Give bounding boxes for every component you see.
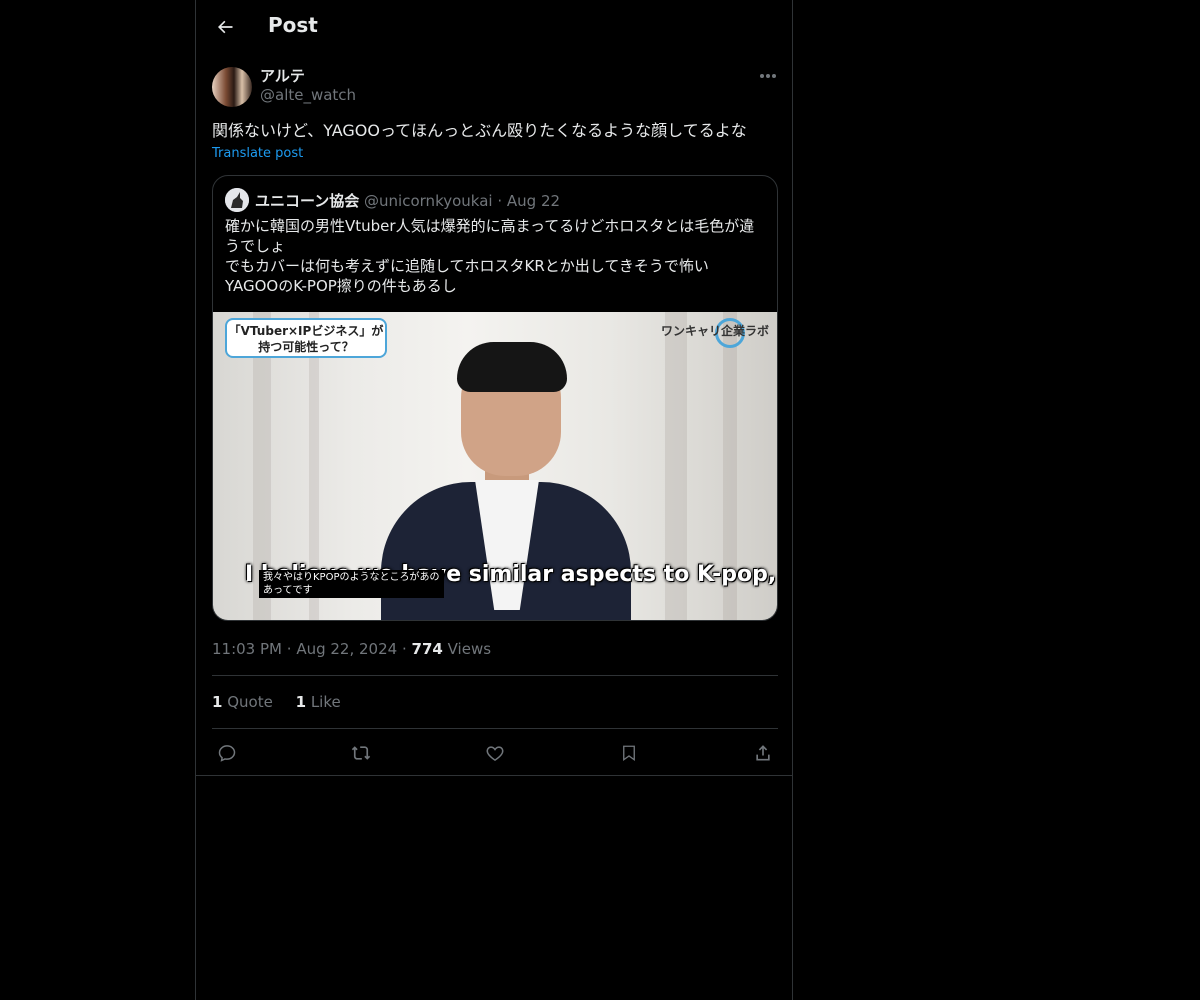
video-channel-logo: ワンキャリ企業ラボ [660,324,769,338]
quoted-author-name: ユニコーン協会 [255,192,360,210]
quoted-text-line: でもカバーは何も考えずに追随してホロスタKRとか出してきそうで怖い [225,257,709,275]
more-horizontal-icon [760,74,776,78]
translate-post-link[interactable]: Translate post [212,146,303,161]
divider [196,775,792,776]
quoted-post-date: Aug 22 [506,192,561,210]
bookmark-button[interactable] [614,738,644,768]
meta-separator: · [401,640,407,658]
like-button[interactable] [480,738,510,768]
caption-box-line: 「VTuber×IPビジネス」が [228,324,384,338]
views-label: Views [447,640,492,658]
post-time[interactable]: 11:03 PM [212,640,282,658]
arrow-left-icon [218,20,233,34]
author-handle[interactable]: @alte_watch [260,86,356,104]
quoted-post-text: 確かに韓国の男性Vtuber人気は爆発的に高まってるけどホロスタとは毛色が違うで… [225,216,765,296]
subtitle-jp-line: 我々やはりKPOPのようなところがあの [263,572,440,583]
quote-count: 1 [212,693,223,711]
post-text: 関係ないけど、YAGOOってほんっとぶん殴りたくなるような顔してるよな [212,121,747,140]
back-button[interactable] [208,10,242,44]
author-avatar[interactable] [212,67,252,107]
quoted-post-card[interactable]: ユニコーン協会 @unicornkyoukai · Aug 22 確かに韓国の男… [212,175,778,621]
share-icon [756,745,770,761]
divider [212,728,778,729]
page-header: Post [196,0,792,54]
post-detail-column: Post アルテ @alte_watch 関係ないけど、YAGOOってほんっとぶ… [195,0,793,1000]
post-stats: 1 Quote 1 Like [212,693,359,711]
quoted-separator: · [497,192,503,210]
quote-label: Quote [227,693,273,711]
heart-icon [486,746,504,761]
quoted-post-video-thumbnail[interactable]: 「VTuber×IPビジネス」が 持つ可能性って？ ワンキャリ企業ラボ I be… [213,312,777,620]
quotes-stat[interactable]: 1 Quote [212,693,278,711]
more-options-button[interactable] [752,64,784,88]
page-title: Post [268,13,318,37]
like-label: Like [310,693,341,711]
video-caption-box: 「VTuber×IPビジネス」が 持つ可能性って？ [225,318,387,358]
author-name[interactable]: アルテ [260,65,305,86]
action-bar [212,738,778,768]
post-date[interactable]: Aug 22, 2024 [296,640,397,658]
like-count: 1 [295,693,307,711]
video-subtitle-japanese: 我々やはりKPOPのようなところがあの あってです [259,570,444,598]
repost-button[interactable] [346,738,376,768]
subtitle-jp-line: あってです [263,585,313,596]
quoted-author-handle: @unicornkyoukai [364,192,493,210]
person-hair [457,342,567,392]
bookmark-icon [623,745,635,762]
quoted-author-avatar [225,188,249,212]
meta-separator: · [286,640,292,658]
reply-button[interactable] [212,738,242,768]
repost-icon [351,746,371,760]
quoted-text-line: 確かに韓国の男性Vtuber人気は爆発的に高まってるけどホロスタとは毛色が違うで… [225,217,755,255]
divider [212,675,778,676]
likes-stat[interactable]: 1 Like [296,693,341,711]
share-button[interactable] [748,738,778,768]
quoted-post-header: ユニコーン協会 @unicornkyoukai · Aug 22 [255,190,560,211]
caption-box-line: 持つ可能性って？ [258,340,354,354]
post-metadata: 11:03 PM · Aug 22, 2024 · 774 Views [212,640,491,658]
views-count: 774 [411,640,443,658]
reply-icon [218,745,236,762]
quoted-text-line: YAGOOのK-POP擦りの件もあるし [225,277,457,295]
